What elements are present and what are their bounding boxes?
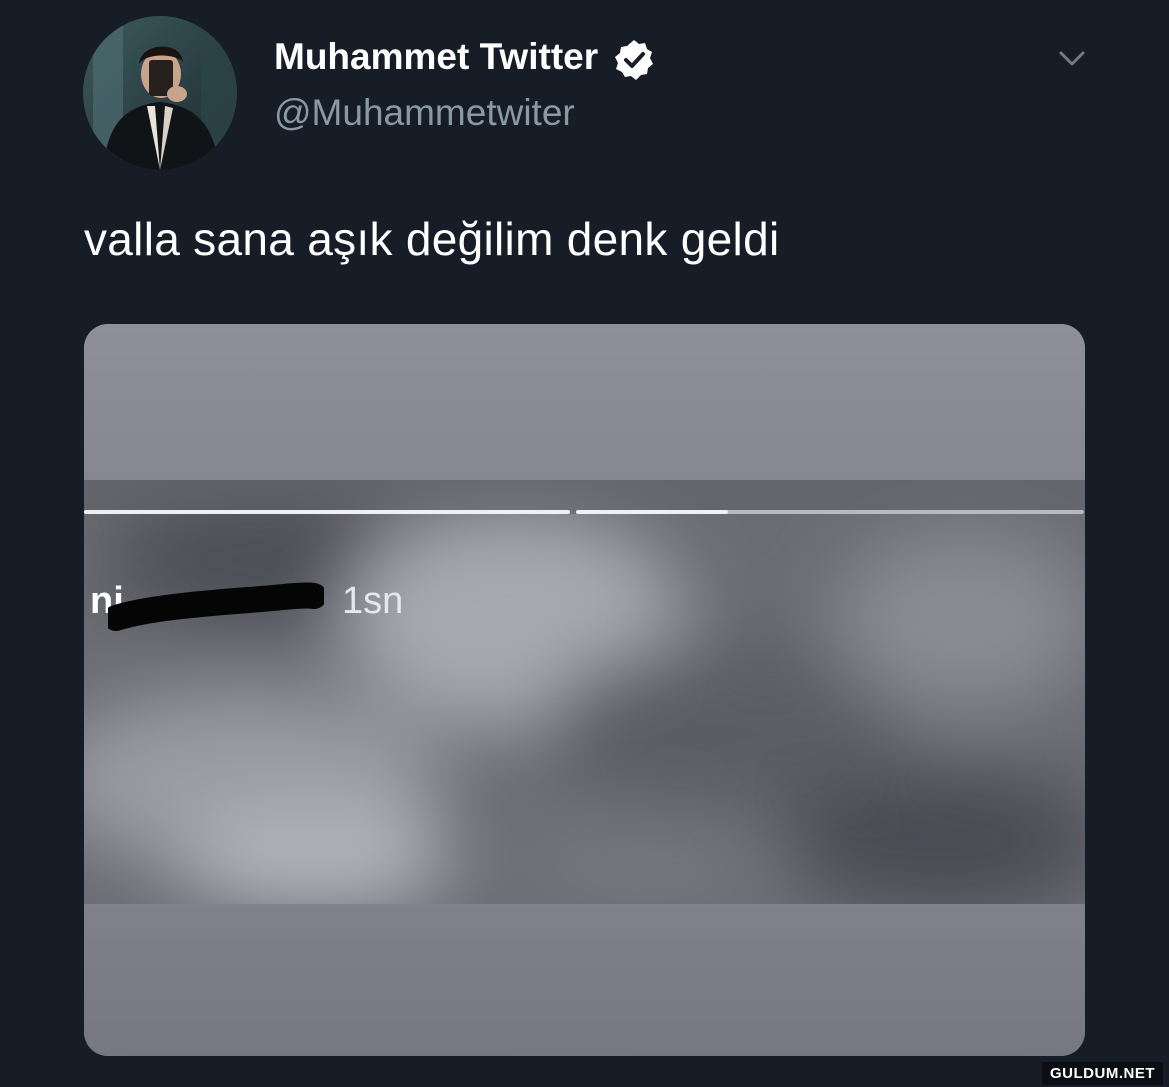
- verified-badge-icon: [612, 38, 656, 82]
- tweet-card: Muhammet Twitter @Muhammetwiter valla sa…: [0, 0, 1169, 1087]
- story-timestamp: 1sn: [342, 580, 404, 622]
- watermark: GULDUM.NET: [1042, 1062, 1163, 1085]
- media-bottom-band: [84, 904, 1085, 1056]
- story-progress-fill: [576, 510, 729, 514]
- tweet-text: valla sana aşık değilim denk geldi: [84, 213, 780, 265]
- user-handle[interactable]: @Muhammetwiter: [274, 92, 575, 134]
- tweet-media[interactable]: ni 1sn: [84, 324, 1085, 1056]
- story-progress-bar: [84, 510, 570, 514]
- chevron-down-icon[interactable]: [1056, 42, 1088, 74]
- story-progress-bar-active: [576, 510, 1084, 514]
- redaction-scribble: [108, 582, 324, 631]
- story-screenshot: [84, 480, 1085, 904]
- media-top-band: [84, 324, 1085, 480]
- display-name-text: Muhammet Twitter: [274, 36, 599, 77]
- avatar[interactable]: [83, 16, 237, 170]
- display-name[interactable]: Muhammet Twitter: [274, 32, 656, 82]
